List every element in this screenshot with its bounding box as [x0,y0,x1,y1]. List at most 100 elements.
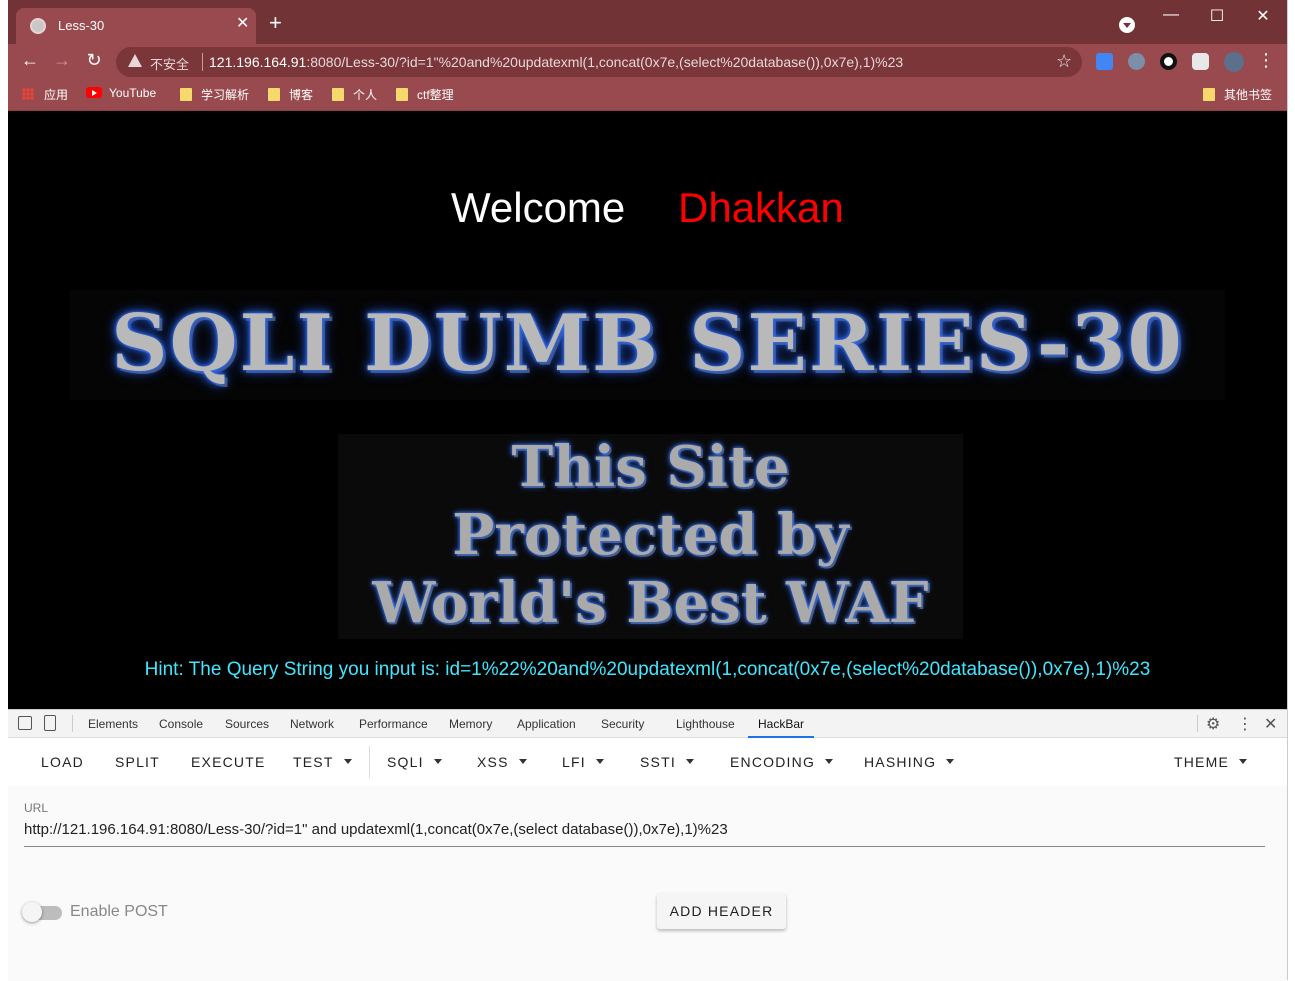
reload-button[interactable]: ↻ [82,50,106,71]
dropdown-caret-icon [946,759,955,764]
bookmark-apps[interactable]: 应用 [22,86,68,103]
lfi-label: LFI [562,754,586,770]
apps-icon [22,88,34,100]
sqli-label: SQLI [387,754,424,770]
dropdown-caret-icon [343,759,352,764]
browser-window: Less-30 ✕ + — ☐ ✕ ← → ↻ 不安全 121.196.164.… [8,0,1287,981]
more-options-icon[interactable]: ⋮ [1237,714,1253,734]
waf-line-1: This Site [511,434,790,500]
encoding-dropdown[interactable]: ENCODING [730,754,834,770]
user-name: Dhakkan [678,184,844,231]
page-content: Welcome Dhakkan SQLI DUMB SERIES-30 This… [8,112,1287,709]
bookmarks-bar: 应用 YouTube 学习解析 博客 个人 ctf整理 其他书签 [8,80,1287,111]
welcome-text: Welcome [451,184,626,231]
globe-icon [30,18,46,34]
dropdown-caret-icon [1239,759,1247,764]
ssti-label: SSTI [640,754,676,770]
add-header-button[interactable]: ADD HEADER [657,893,786,929]
close-tab-icon[interactable]: ✕ [236,16,249,32]
translate-icon[interactable] [1096,53,1113,70]
youtube-icon [86,87,102,98]
bookmark-label: ctf整理 [417,88,454,102]
address-bar[interactable]: 不安全 121.196.164.91:8080/Less-30/?id=1"%2… [116,47,1082,77]
tab-memory[interactable]: Memory [449,717,492,731]
background-window-right [1287,0,1295,980]
split-button[interactable]: SPLIT [115,754,160,770]
dropdown-caret-icon [518,759,527,764]
hackbar-menu: LOAD SPLIT EXECUTE TEST SQLI XSS LFI SST… [8,738,1287,786]
waf-line-2: Protected by [452,502,849,568]
titlebar: Less-30 ✕ + — ☐ ✕ [8,0,1287,44]
hackbar-body: URL http://121.196.164.91:8080/Less-30/?… [8,786,1287,981]
hashing-label: HASHING [864,754,937,770]
tab-elements[interactable]: Elements [88,717,138,731]
new-tab-button[interactable]: + [269,12,282,34]
bookmark-folder-blog[interactable]: 博客 [268,86,313,103]
test-dropdown[interactable]: TEST [293,754,352,770]
insecure-label[interactable]: 不安全 [150,54,189,73]
tab-performance[interactable]: Performance [359,717,428,731]
folder-icon [396,88,408,101]
hashing-dropdown[interactable]: HASHING [864,754,955,770]
tab-network[interactable]: Network [290,717,334,731]
bookmark-label: YouTube [109,86,157,100]
theme-label: THEME [1174,754,1229,770]
sqli-dropdown[interactable]: SQLI [387,754,442,770]
bookmark-label: 其他书签 [1224,88,1273,102]
folder-icon [268,88,280,101]
url-input[interactable]: http://121.196.164.91:8080/Less-30/?id=1… [24,821,1265,847]
tab-less-30[interactable]: Less-30 ✕ [16,8,256,44]
enable-post-toggle[interactable] [22,902,42,922]
xss-label: XSS [477,754,509,770]
bookmark-other[interactable]: 其他书签 [1203,86,1272,103]
warning-icon [128,54,142,67]
bookmark-label: 应用 [44,88,69,102]
back-button[interactable]: ← [18,50,42,71]
puzzle-icon[interactable] [1192,53,1209,70]
folder-icon [1203,88,1215,101]
close-devtools-icon[interactable]: ✕ [1264,714,1277,734]
forward-button[interactable]: → [50,50,74,71]
tab-security[interactable]: Security [601,717,644,731]
settings-gear-icon[interactable]: ⚙ [1206,714,1220,734]
execute-button[interactable]: EXECUTE [191,754,266,770]
tab-title: Less-30 [58,18,105,33]
enable-post-label: Enable POST [70,903,168,920]
circle-icon[interactable] [1160,53,1177,70]
dropdown-caret-icon [685,759,694,764]
tab-console[interactable]: Console [159,717,203,731]
banner-title: SQLI DUMB SERIES-30 [111,298,1184,389]
url-path: :8080/Less-30/?id=1"%20and%20updatexml(1… [306,54,904,70]
tab-search-icon[interactable] [1119,17,1135,33]
xss-dropdown[interactable]: XSS [477,754,527,770]
maximize-button[interactable]: ☐ [1194,6,1240,26]
device-toolbar-icon[interactable] [44,715,56,731]
omnibox-divider [202,53,203,71]
bookmark-label: 个人 [353,88,378,102]
tab-lighthouse[interactable]: Lighthouse [676,717,735,731]
inspect-element-icon[interactable] [18,716,32,730]
bookmark-folder-personal[interactable]: 个人 [332,86,377,103]
lfi-dropdown[interactable]: LFI [562,754,604,770]
load-button[interactable]: LOAD [41,754,84,770]
bookmark-folder-ctf[interactable]: ctf整理 [396,86,454,103]
ssti-dropdown[interactable]: SSTI [640,754,694,770]
bookmark-star-icon[interactable]: ☆ [1056,51,1072,72]
series-banner: SQLI DUMB SERIES-30 [70,290,1225,400]
tab-hackbar[interactable]: HackBar [758,717,804,731]
tab-sources[interactable]: Sources [225,717,269,731]
owl-icon[interactable] [1128,53,1145,70]
url-text[interactable]: 121.196.164.91:8080/Less-30/?id=1"%20and… [209,54,903,70]
browser-menu-icon[interactable]: ⋮ [1254,50,1278,71]
tab-application[interactable]: Application [517,717,576,731]
folder-icon [332,88,344,101]
encoding-label: ENCODING [730,754,816,770]
profile-avatar[interactable] [1224,52,1244,72]
minimize-button[interactable]: — [1148,6,1194,24]
folder-icon [180,88,192,101]
close-window-button[interactable]: ✕ [1240,6,1286,26]
theme-dropdown[interactable]: THEME [1174,754,1247,770]
bookmark-youtube[interactable]: YouTube [86,86,156,100]
waf-banner: This Site Protected by World's Best WAF [338,434,963,639]
bookmark-folder-study[interactable]: 学习解析 [180,86,249,103]
